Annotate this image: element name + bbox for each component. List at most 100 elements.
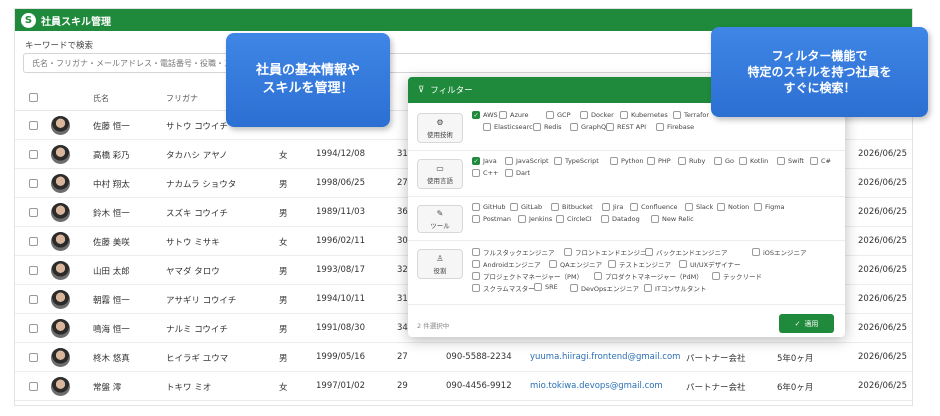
option-checkbox[interactable]	[534, 283, 542, 291]
filter-category[interactable]: ⚙ 使用技術	[417, 113, 463, 143]
option-checkbox[interactable]	[673, 111, 681, 119]
filter-option[interactable]: Jira	[602, 203, 623, 211]
filter-option[interactable]: Jenkins	[518, 215, 552, 223]
option-checkbox[interactable]	[647, 157, 655, 165]
option-checkbox[interactable]	[601, 215, 609, 223]
option-checkbox[interactable]	[644, 284, 652, 292]
option-checkbox[interactable]	[651, 215, 659, 223]
select-all-checkbox[interactable]	[29, 93, 38, 102]
option-checkbox[interactable]	[551, 203, 559, 211]
option-checkbox[interactable]	[510, 203, 518, 211]
option-checkbox[interactable]	[564, 248, 572, 256]
option-checkbox[interactable]	[499, 111, 507, 119]
filter-option[interactable]: Bitbucket	[551, 203, 593, 211]
filter-option[interactable]: Ruby	[678, 157, 705, 165]
filter-option[interactable]: Terrafor	[673, 111, 709, 119]
filter-category[interactable]: ✎ ツール	[417, 205, 463, 233]
filter-option[interactable]: Python	[610, 157, 644, 165]
filter-option[interactable]: Firebase	[656, 123, 694, 131]
option-checkbox[interactable]	[717, 203, 725, 211]
option-checkbox[interactable]	[472, 248, 480, 256]
option-checkbox[interactable]: ✓	[472, 111, 480, 119]
option-checkbox[interactable]	[505, 157, 513, 165]
row-checkbox[interactable]	[29, 208, 38, 217]
filter-option[interactable]: UI/UXデザイナー	[679, 259, 740, 269]
filter-option[interactable]: CircleCI	[556, 215, 592, 223]
option-checkbox[interactable]	[594, 272, 602, 280]
option-checkbox[interactable]	[606, 123, 614, 131]
filter-option[interactable]: Redis	[533, 123, 562, 131]
row-checkbox[interactable]	[29, 121, 38, 130]
option-checkbox[interactable]	[777, 157, 785, 165]
filter-option[interactable]: Elasticsearch	[483, 123, 537, 131]
option-checkbox[interactable]	[685, 203, 693, 211]
option-checkbox[interactable]	[754, 203, 762, 211]
filter-option[interactable]: Kotlin	[739, 157, 768, 165]
option-checkbox[interactable]	[472, 260, 480, 268]
option-checkbox[interactable]	[608, 260, 616, 268]
filter-option[interactable]: C++	[472, 169, 498, 177]
filter-option[interactable]: JavaScript	[505, 157, 549, 165]
filter-option[interactable]: フルスタックエンジニア	[472, 247, 555, 257]
cell-email[interactable]: yuuma.hiiragi.frontend@gmail.com	[530, 352, 680, 362]
filter-option[interactable]: バックエンドエンジニア	[645, 247, 728, 257]
filter-option[interactable]: テストエンジニア	[608, 259, 671, 269]
filter-option[interactable]: REST API	[606, 123, 646, 131]
option-checkbox[interactable]	[533, 123, 541, 131]
filter-option[interactable]: PHP	[647, 157, 671, 165]
filter-option[interactable]: iOSエンジニア	[752, 247, 807, 257]
option-checkbox[interactable]	[714, 157, 722, 165]
option-checkbox[interactable]	[483, 123, 491, 131]
filter-option[interactable]: GCP	[546, 111, 571, 119]
filter-option[interactable]: GraphQL	[570, 123, 610, 131]
filter-option[interactable]: Kubernetes	[620, 111, 668, 119]
apply-button[interactable]: ✓ 適用	[779, 314, 834, 333]
filter-option[interactable]: TypeScript	[554, 157, 599, 165]
filter-category[interactable]: ▭ 使用言語	[417, 159, 463, 189]
cell-email[interactable]: mio.tokiwa.devops@gmail.com	[530, 381, 663, 391]
option-checkbox[interactable]	[620, 111, 628, 119]
filter-option[interactable]: スクラムマスター	[472, 283, 535, 293]
option-checkbox[interactable]	[610, 157, 618, 165]
option-checkbox[interactable]	[739, 157, 747, 165]
filter-option[interactable]: Confluence	[630, 203, 678, 211]
filter-option[interactable]: GitHub	[472, 203, 506, 211]
filter-option[interactable]: Docker	[580, 111, 614, 119]
table-row[interactable]: 柊木 悠真 ヒイラギ ユウマ 男 1999/05/16 27 090-5588-2234 y…	[15, 343, 912, 372]
filter-category[interactable]: ♙ 役割	[417, 249, 463, 279]
option-checkbox[interactable]: ✓	[472, 157, 480, 165]
filter-option[interactable]: ✓ AWS	[472, 111, 498, 119]
option-checkbox[interactable]	[546, 111, 554, 119]
option-checkbox[interactable]	[678, 157, 686, 165]
filter-option[interactable]: Go	[714, 157, 734, 165]
option-checkbox[interactable]	[810, 157, 818, 165]
filter-option[interactable]: プロダクトマネージャー（PdM）	[594, 271, 703, 281]
row-checkbox[interactable]	[29, 266, 38, 275]
option-checkbox[interactable]	[472, 169, 480, 177]
option-checkbox[interactable]	[472, 284, 480, 292]
filter-option[interactable]: Postman	[472, 215, 511, 223]
filter-option[interactable]: Notion	[717, 203, 749, 211]
filter-option[interactable]: Dart	[505, 169, 530, 177]
row-checkbox[interactable]	[29, 382, 38, 391]
row-checkbox[interactable]	[29, 295, 38, 304]
filter-option[interactable]: GitLab	[510, 203, 542, 211]
option-checkbox[interactable]	[645, 248, 653, 256]
option-checkbox[interactable]	[554, 157, 562, 165]
filter-option[interactable]: C#	[810, 157, 831, 165]
option-checkbox[interactable]	[518, 215, 526, 223]
option-checkbox[interactable]	[712, 272, 720, 280]
filter-option[interactable]: Slack	[685, 203, 713, 211]
option-checkbox[interactable]	[656, 123, 664, 131]
option-checkbox[interactable]	[602, 203, 610, 211]
option-checkbox[interactable]	[679, 260, 687, 268]
filter-option[interactable]: Azure	[499, 111, 529, 119]
option-checkbox[interactable]	[472, 272, 480, 280]
option-checkbox[interactable]	[580, 111, 588, 119]
option-checkbox[interactable]	[472, 203, 480, 211]
filter-option[interactable]: New Relic	[651, 215, 694, 223]
option-checkbox[interactable]	[556, 215, 564, 223]
option-checkbox[interactable]	[752, 248, 760, 256]
option-checkbox[interactable]	[570, 123, 578, 131]
option-checkbox[interactable]	[630, 203, 638, 211]
